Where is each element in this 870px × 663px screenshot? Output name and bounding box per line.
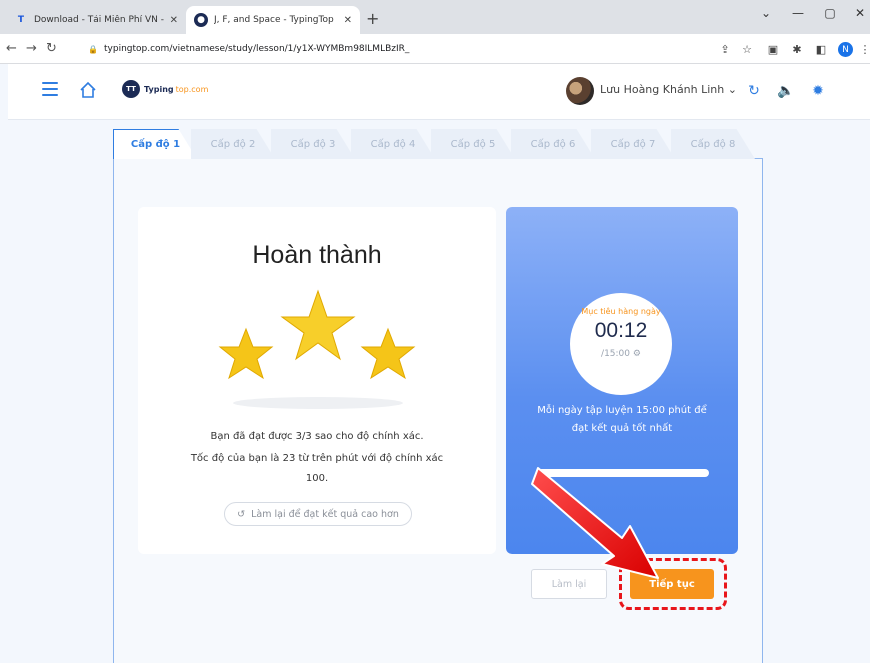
settings-gear-icon[interactable]: ✹ xyxy=(808,81,828,101)
user-name: Lưu Hoàng Khánh Linh xyxy=(600,83,725,96)
undo-icon: ↺ xyxy=(237,508,246,520)
maximize-icon[interactable]: ▢ xyxy=(818,6,842,20)
stars-shadow xyxy=(233,397,403,409)
user-avatar[interactable] xyxy=(566,77,594,105)
reload-icon[interactable]: ↻ xyxy=(46,41,57,56)
chevron-down-icon: ⌄ xyxy=(727,83,737,96)
speed-text: Tốc độ của bạn là 23 từ trên phút với độ… xyxy=(190,453,444,464)
result-title: Hoàn thành xyxy=(252,241,382,269)
star-icon xyxy=(218,327,274,380)
stars-rating xyxy=(218,289,416,409)
gear-icon: ⚙ xyxy=(632,349,641,359)
user-menu[interactable]: Lưu Hoàng Khánh Linh ⌄ xyxy=(600,83,737,96)
goal-progress-fill xyxy=(536,469,543,477)
close-icon[interactable]: ✕ xyxy=(344,15,352,26)
window-close-icon[interactable]: ✕ xyxy=(848,6,870,20)
refresh-icon[interactable]: ↻ xyxy=(744,81,764,101)
browser-tab-typingtop[interactable]: ● J, F, and Space - TypingTop ✕ xyxy=(186,6,360,34)
logo-text: Typing xyxy=(144,84,174,94)
tab-level-4[interactable]: Cấp độ 4 xyxy=(351,129,435,159)
accuracy-value-text: 100. xyxy=(305,473,329,484)
continue-button[interactable]: Tiếp tục xyxy=(630,569,714,599)
typing-t-favicon-icon: T xyxy=(17,15,25,25)
retry-better-button[interactable]: ↺ Làm lại để đạt kết quả cao hơn xyxy=(224,502,412,526)
forward-icon[interactable]: → xyxy=(26,41,37,56)
site-header: TT Typing top.com Lưu Hoàng Khánh Linh ⌄… xyxy=(8,64,870,120)
goal-clock: Mục tiêu hàng ngày 00:12 /15:00 ⚙ xyxy=(570,293,672,395)
url-field[interactable]: 🔒 typingtop.com/vietnamese/study/lesson/… xyxy=(88,39,700,59)
logo-mark-icon: TT xyxy=(122,80,140,98)
typingtop-logo[interactable]: TT Typing top.com xyxy=(122,80,208,98)
goal-label: Mục tiêu hàng ngày xyxy=(581,307,661,316)
tab-level-2[interactable]: Cấp độ 2 xyxy=(191,129,275,159)
tab-title: Download - Tải Miễn Phí VN - Ph xyxy=(34,15,166,25)
minimize-icon[interactable]: — xyxy=(786,6,810,20)
retry-better-label: Làm lại để đạt kết quả cao hơn xyxy=(251,508,399,520)
typingtop-favicon-icon: ● xyxy=(194,13,208,27)
daily-goal-panel: Mục tiêu hàng ngày 00:12 /15:00 ⚙ Mỗi ng… xyxy=(506,207,738,554)
tab-level-1[interactable]: Cấp độ 1 xyxy=(113,129,197,159)
menu-kebab-icon[interactable]: ⋮ xyxy=(858,42,870,56)
logo-subtext: top.com xyxy=(175,84,209,94)
browser-tab-bar: T Download - Tải Miễn Phí VN - Ph ✕ ● J,… xyxy=(0,0,870,34)
goal-time: 00:12 xyxy=(594,319,648,342)
tab-level-6[interactable]: Cấp độ 6 xyxy=(511,129,595,159)
goal-target[interactable]: /15:00 ⚙ xyxy=(570,349,672,359)
share-icon[interactable]: ⇪ xyxy=(718,42,732,56)
tab-title: J, F, and Space - TypingTop xyxy=(214,15,334,25)
tab-level-8[interactable]: Cấp độ 8 xyxy=(671,129,755,159)
sound-icon[interactable]: 🔈 xyxy=(776,81,796,101)
goal-motto: Mỗi ngày tập luyện 15:00 phút để đạt kết… xyxy=(537,405,707,434)
side-panel-icon[interactable]: ◧ xyxy=(814,42,828,56)
profile-avatar[interactable]: N xyxy=(838,42,853,57)
tab-search-icon[interactable]: ⌄ xyxy=(754,6,778,20)
result-panel: Hoàn thành Bạn đã đạt được 3/3 sao cho đ… xyxy=(138,207,496,554)
tab-level-5[interactable]: Cấp độ 5 xyxy=(431,129,515,159)
back-icon[interactable]: ← xyxy=(6,41,17,56)
star-icon xyxy=(360,327,416,380)
extension-check-icon[interactable]: ▣ xyxy=(766,42,780,56)
tab-level-3[interactable]: Cấp độ 3 xyxy=(271,129,355,159)
accuracy-text: Bạn đã đạt được 3/3 sao cho độ chính xác… xyxy=(210,431,424,442)
tab-level-7[interactable]: Cấp độ 7 xyxy=(591,129,675,159)
home-icon[interactable] xyxy=(78,80,98,100)
star-icon xyxy=(280,289,356,361)
address-bar: ← → ↻ 🔒 typingtop.com/vietnamese/study/l… xyxy=(0,34,870,64)
extensions-puzzle-icon[interactable]: ✱ xyxy=(790,42,804,56)
goal-progress-bar xyxy=(536,469,709,477)
try-again-button[interactable]: Làm lại xyxy=(531,569,607,599)
bookmark-star-icon[interactable]: ☆ xyxy=(740,42,754,56)
url-text: typingtop.com/vietnamese/study/lesson/1/… xyxy=(104,44,410,54)
new-tab-icon[interactable]: + xyxy=(366,9,379,28)
close-icon[interactable]: ✕ xyxy=(170,15,178,26)
hamburger-menu-icon[interactable] xyxy=(42,82,58,96)
browser-tab-download[interactable]: T Download - Tải Miễn Phí VN - Ph ✕ xyxy=(6,6,186,34)
lock-icon: 🔒 xyxy=(88,44,98,54)
